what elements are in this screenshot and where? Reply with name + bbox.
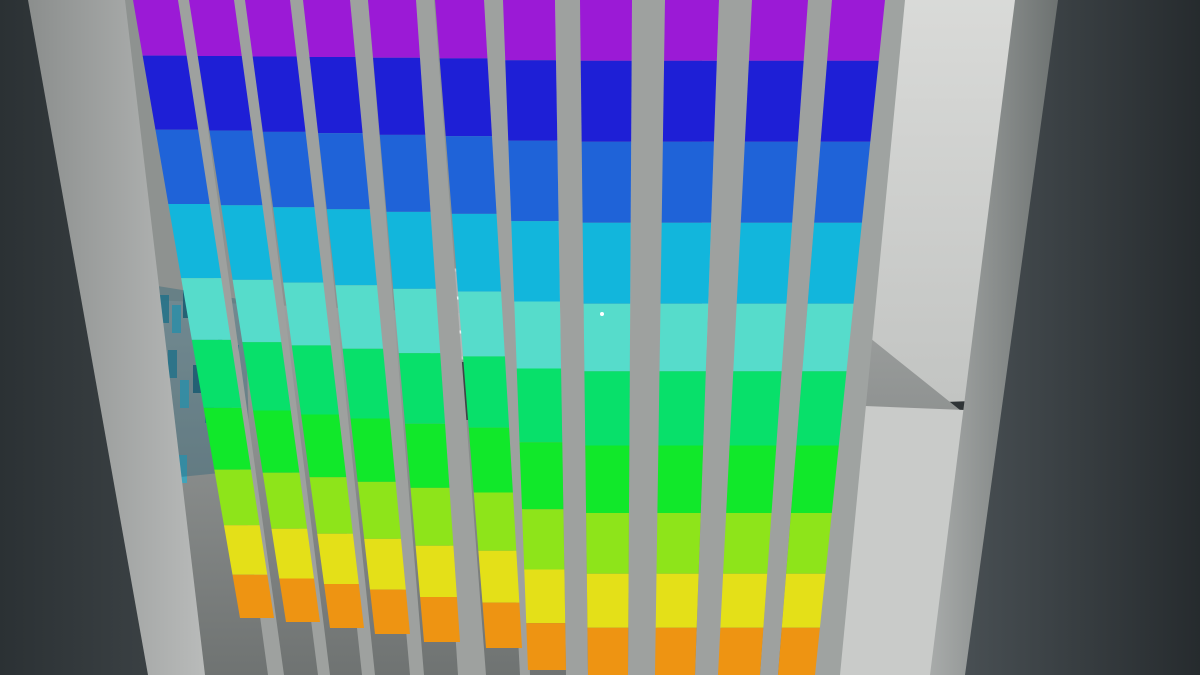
rainbow-band	[445, 136, 497, 214]
rainbow-band	[482, 602, 522, 648]
rainbow-band	[508, 140, 559, 222]
rainbow-band	[451, 213, 502, 292]
rainbow-band	[439, 58, 492, 137]
rainbow-band	[733, 303, 787, 372]
rainbow-band	[368, 0, 420, 58]
rainbow-band	[580, 0, 632, 61]
rainbow-band	[404, 423, 450, 488]
rainbow-band	[303, 0, 356, 58]
rainbow-band	[662, 60, 717, 142]
rainbow-band	[478, 550, 520, 603]
rainbow-band	[661, 141, 714, 223]
rainbow-band	[364, 538, 406, 590]
rainbow-band	[740, 141, 798, 223]
rainbow-band	[522, 509, 565, 570]
rainbow-band	[526, 623, 566, 670]
rainbow-band	[748, 0, 808, 61]
crosshair-icon	[600, 312, 604, 316]
rainbow-band	[586, 573, 629, 628]
game-viewport[interactable]	[0, 0, 1200, 675]
rainbow-band	[379, 134, 431, 212]
rainbow-band	[514, 301, 562, 369]
rainbow-band	[720, 573, 768, 628]
rainbow-band	[736, 222, 793, 304]
rainbow-band	[511, 221, 560, 302]
rainbow-band	[655, 573, 699, 628]
rainbow-band	[317, 533, 359, 585]
rainbow-band	[718, 627, 764, 675]
rainbow-band	[393, 288, 441, 354]
rainbow-band	[505, 60, 558, 141]
rainbow-band	[503, 0, 556, 61]
rainbow-band	[655, 627, 697, 675]
rainbow-band	[580, 60, 632, 142]
rainbow-band	[582, 222, 631, 304]
rainbow-band	[656, 513, 701, 574]
rainbow-band	[586, 513, 629, 574]
rainbow-band	[350, 418, 396, 482]
rainbow-band	[659, 303, 709, 372]
rainbow-band	[516, 368, 563, 443]
rainbow-band	[658, 371, 706, 446]
rainbow-band	[342, 348, 390, 419]
rainbow-band	[468, 427, 513, 493]
rainbow-band	[457, 291, 505, 357]
rainbow-band	[583, 303, 631, 372]
rainbow-band	[726, 445, 777, 513]
rainbow-band	[420, 597, 460, 642]
rainbow-band	[369, 589, 410, 634]
rainbow-band	[473, 492, 517, 551]
rainbow-band	[279, 578, 320, 622]
rainbow-band	[373, 57, 426, 135]
rainbow-band	[581, 141, 632, 223]
rainbow-band	[318, 133, 370, 210]
rainbow-band	[660, 222, 712, 304]
rainbow-band	[326, 209, 377, 286]
rainbow-band	[524, 569, 566, 624]
rainbow-band	[386, 211, 436, 289]
rainbow-band	[410, 487, 454, 546]
rainbow-band	[435, 0, 488, 59]
rainbow-band	[309, 57, 363, 134]
room-scene	[0, 0, 1200, 675]
rainbow-band	[585, 445, 630, 513]
rainbow-band	[324, 584, 364, 628]
rainbow-slat	[580, 0, 632, 675]
rainbow-band	[519, 442, 564, 510]
rainbow-band	[398, 353, 446, 424]
rainbow-band	[744, 60, 804, 142]
rainbow-band	[587, 627, 629, 675]
rainbow-band	[335, 285, 383, 349]
rainbow-band	[584, 371, 630, 446]
rainbow-band	[415, 545, 457, 598]
rainbow-band	[664, 0, 719, 61]
rainbow-band	[729, 371, 782, 446]
rainbow-band	[657, 445, 704, 513]
rainbow-band	[723, 513, 772, 574]
rainbow-band	[189, 0, 242, 56]
rainbow-band	[245, 0, 297, 57]
rainbow-band	[357, 481, 401, 539]
rainbow-band	[463, 356, 510, 428]
